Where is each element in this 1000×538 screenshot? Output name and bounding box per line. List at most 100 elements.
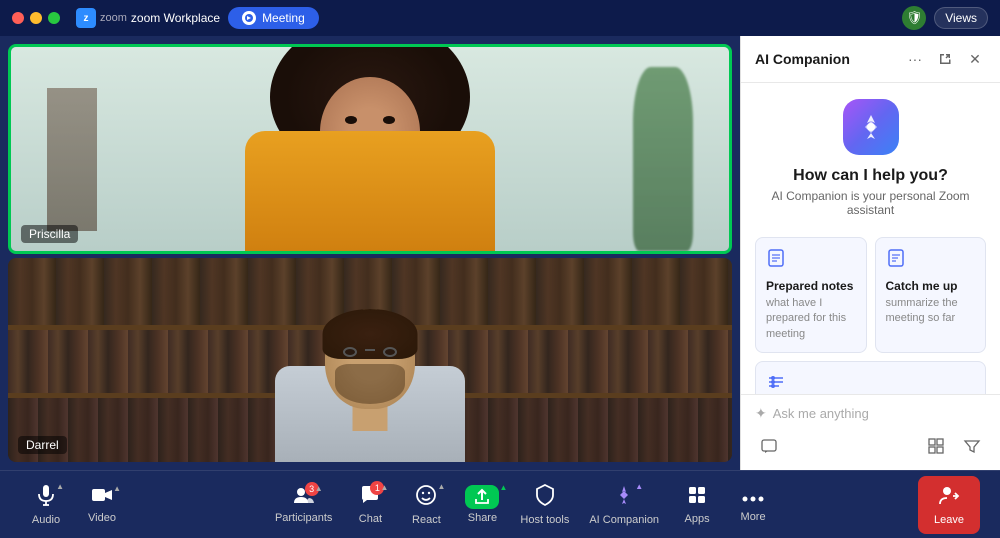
main-content: Priscilla [0, 36, 1000, 470]
ai-companion-arrow-icon: ▲ [635, 482, 643, 491]
ai-filter-button[interactable] [958, 432, 986, 460]
security-shield-icon[interactable]: 🛡 [902, 6, 926, 30]
host-tools-icon [535, 484, 555, 511]
toolbar-center-group: 3 ▲ Participants 1 ▲ Chat [267, 480, 779, 530]
ai-companion-label: AI Companion [589, 514, 659, 526]
react-arrow-icon: ▲ [438, 482, 446, 491]
video-button[interactable]: ▲ Video [76, 482, 128, 528]
catch-me-up-title: Catch me up [886, 279, 976, 293]
more-button[interactable]: More [727, 483, 779, 527]
panel-header-icons: ··· ✕ [904, 48, 986, 70]
chat-label: Chat [359, 513, 382, 525]
ai-card-catch-me-up[interactable]: Catch me up summarize the meeting so far [875, 237, 987, 353]
v2-beard [335, 364, 405, 404]
video-tile-priscilla[interactable]: Priscilla [8, 44, 732, 254]
meeting-tab[interactable]: Meeting [228, 7, 319, 29]
ai-panel-close-button[interactable]: ✕ [964, 48, 986, 70]
audio-icon: ▲ [36, 484, 56, 511]
leave-icon [938, 484, 960, 511]
video-arrow-icon: ▲ [113, 484, 121, 493]
v1-shirt [245, 131, 495, 251]
ai-footer-actions [755, 432, 986, 460]
title-bar-right: 🛡 Views [902, 6, 988, 30]
ai-welcome-subtitle: AI Companion is your personal Zoom assis… [755, 189, 986, 217]
ai-welcome-section: How can I help you? AI Companion is your… [755, 99, 986, 217]
ai-panel-body: How can I help you? AI Companion is your… [741, 83, 1000, 394]
ai-grid-button[interactable] [922, 432, 950, 460]
ai-ask-placeholder: Ask me anything [773, 406, 869, 421]
participants-button[interactable]: 3 ▲ Participants [267, 482, 340, 528]
react-button[interactable]: ▲ React [400, 480, 452, 530]
zoom-logo: z zoom zoom Workplace [76, 8, 220, 28]
toolbar: ▲ Audio ▲ Video [0, 470, 1000, 538]
close-button[interactable] [12, 12, 24, 24]
ai-new-chat-button[interactable] [755, 432, 783, 460]
v1-plant [633, 67, 693, 251]
audio-arrow-icon: ▲ [56, 482, 64, 491]
video-label: Video [88, 512, 116, 524]
catch-me-up-icon [886, 248, 976, 273]
v2-eye-right [383, 347, 397, 357]
v2-hair [323, 309, 418, 359]
host-tools-label: Host tools [520, 514, 569, 526]
more-icon [742, 487, 764, 508]
host-tools-button[interactable]: Host tools [512, 480, 577, 530]
window-controls [12, 12, 60, 24]
workplace-label: zoom Workplace [131, 11, 220, 25]
apps-icon [687, 485, 707, 510]
ai-panel-header: AI Companion ··· ✕ [741, 36, 1000, 83]
video-area: Priscilla [0, 36, 740, 470]
participant-name-darrel: Darrel [18, 436, 67, 454]
participants-label: Participants [275, 512, 332, 524]
maximize-button[interactable] [48, 12, 60, 24]
chat-arrow-icon: ▲ [381, 483, 389, 492]
ai-panel-more-button[interactable]: ··· [904, 48, 926, 70]
meeting-tab-label: Meeting [262, 11, 305, 25]
leave-label: Leave [934, 514, 964, 526]
action-items-icon [766, 372, 975, 394]
v2-person-figure [270, 309, 470, 462]
react-icon: ▲ [415, 484, 437, 511]
participants-arrow-icon: ▲ [315, 484, 323, 493]
ai-card-action-items[interactable]: Action items have there been any action … [755, 361, 986, 394]
v2-face [325, 309, 415, 409]
ai-spark-icon: ✦ [755, 405, 767, 422]
ai-ask-bar[interactable]: ✦ Ask me anything [755, 405, 986, 422]
chat-button[interactable]: 1 ▲ Chat [344, 481, 396, 529]
video-tile-darrel[interactable]: Darrel [8, 258, 732, 462]
share-arrow-icon: ▲ [500, 483, 508, 492]
share-button[interactable]: ▲ Share [456, 481, 508, 528]
ai-card-prepared-notes[interactable]: Prepared notes what have I prepared for … [755, 237, 867, 353]
v1-eye-right [383, 116, 395, 124]
v2-glasses-bridge [365, 349, 375, 351]
ai-panel-title: AI Companion [755, 51, 896, 67]
share-label: Share [468, 512, 497, 524]
ai-companion-icon [843, 99, 899, 155]
video-canvas-2 [8, 258, 732, 462]
participants-icon: 3 ▲ [293, 486, 315, 509]
minimize-button[interactable] [30, 12, 42, 24]
prepared-notes-title: Prepared notes [766, 279, 856, 293]
audio-button[interactable]: ▲ Audio [20, 480, 72, 530]
ai-companion-button[interactable]: ▲ AI Companion [581, 480, 667, 530]
participant-name-priscilla: Priscilla [21, 225, 78, 243]
meeting-tab-icon [242, 11, 256, 25]
ai-cards-grid: Prepared notes what have I prepared for … [755, 237, 986, 394]
ai-panel-popout-button[interactable] [934, 48, 956, 70]
v1-eye-left [345, 116, 357, 124]
zoom-icon: z [76, 8, 96, 28]
leave-button[interactable]: Leave [918, 476, 980, 534]
audio-label: Audio [32, 514, 60, 526]
toolbar-right-group: Leave [918, 476, 980, 534]
toolbar-left-group: ▲ Audio ▲ Video [20, 480, 128, 530]
zoom-brand-label: zoom [100, 12, 127, 24]
share-icon: ▲ [465, 485, 499, 509]
prepared-notes-desc: what have I prepared for this meeting [766, 296, 856, 342]
ai-panel-footer: ✦ Ask me anything [741, 394, 1000, 470]
chat-icon: 1 ▲ [360, 485, 380, 510]
v2-eye-left [343, 347, 357, 357]
more-label: More [741, 511, 766, 523]
apps-button[interactable]: Apps [671, 481, 723, 529]
catch-me-up-desc: summarize the meeting so far [886, 296, 976, 327]
views-button[interactable]: Views [934, 7, 988, 29]
